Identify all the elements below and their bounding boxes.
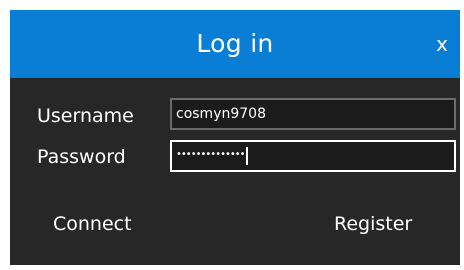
dialog-title: Log in xyxy=(196,29,274,58)
connect-button[interactable]: Connect xyxy=(53,213,132,235)
password-label: Password xyxy=(37,146,126,168)
title-bar: Log in x xyxy=(10,10,460,78)
register-button[interactable]: Register xyxy=(334,213,412,235)
username-field[interactable] xyxy=(170,98,456,130)
text-cursor xyxy=(245,147,248,165)
username-label: Username xyxy=(37,105,134,127)
password-field[interactable]: •••••••••••••• xyxy=(170,140,456,172)
password-mask: •••••••••••••• xyxy=(176,148,246,160)
login-dialog: Log in x Username Password •••••••••••••… xyxy=(10,10,460,265)
close-icon[interactable]: x xyxy=(430,32,454,56)
